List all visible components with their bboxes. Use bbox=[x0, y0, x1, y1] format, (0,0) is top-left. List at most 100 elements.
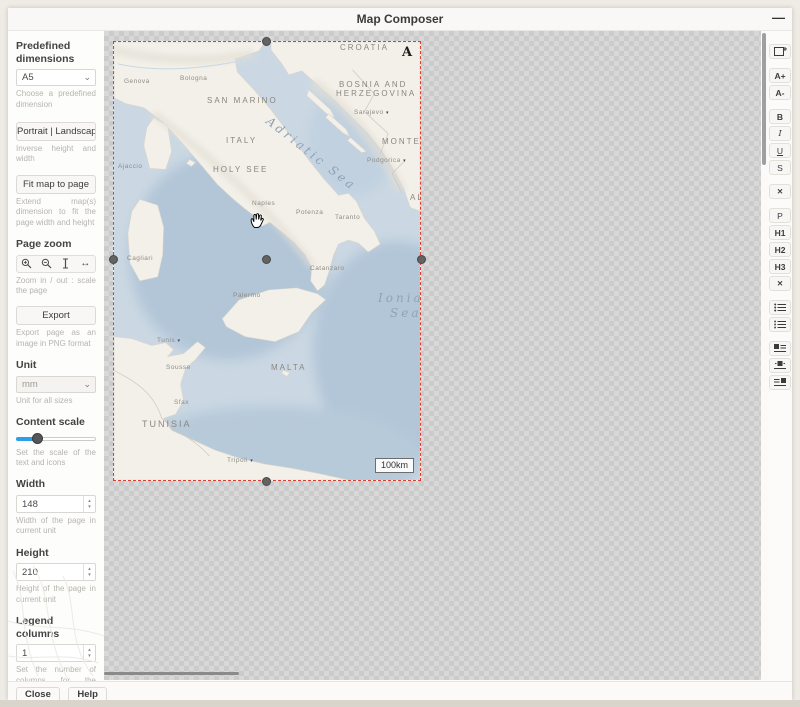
label-sousse: Sousse bbox=[166, 364, 191, 371]
height-input[interactable] bbox=[17, 564, 83, 580]
legend-columns-input[interactable] bbox=[17, 645, 83, 661]
width-spinner[interactable]: ▲▼ bbox=[83, 496, 95, 512]
section-export: Export Export page as an image in PNG fo… bbox=[16, 306, 96, 349]
align-center-button[interactable] bbox=[769, 358, 791, 373]
unit-select[interactable]: mm ⌄ bbox=[16, 376, 96, 393]
zoom-in-icon[interactable] bbox=[20, 258, 34, 270]
section-unit: Unit mm ⌄ Unit for all sizes bbox=[16, 359, 96, 406]
width-input[interactable] bbox=[17, 496, 83, 512]
label-ionian-line1: Ionian bbox=[378, 291, 421, 305]
sidebar: Predefined dimensions A5 ⌄ Choose a pred… bbox=[8, 31, 104, 681]
align-left-icon bbox=[774, 344, 786, 353]
height-field-wrap: ▲▼ bbox=[16, 563, 96, 581]
section-height: Height ▲▼ Height of the page in current … bbox=[16, 547, 96, 605]
label-ionian-line2: Sea bbox=[390, 306, 421, 320]
align-right-button[interactable] bbox=[769, 375, 791, 390]
label-tunisia: TUNISIA bbox=[142, 419, 192, 429]
paragraph-button[interactable]: P bbox=[769, 208, 791, 223]
titlebar: Map Composer — bbox=[8, 8, 792, 31]
italic-button[interactable]: I bbox=[769, 126, 791, 141]
spinner-down-icon[interactable]: ▼ bbox=[87, 504, 91, 510]
spinner-down-icon[interactable]: ▼ bbox=[87, 653, 91, 659]
label-taranto: Taranto bbox=[335, 214, 360, 221]
height-heading: Height bbox=[16, 547, 96, 560]
font-increase-button[interactable]: A+ bbox=[769, 68, 791, 83]
predefined-dimension-select[interactable]: A5 ⌄ bbox=[16, 69, 96, 86]
height-spinner[interactable]: ▲▼ bbox=[83, 564, 95, 580]
ordered-list-button[interactable] bbox=[769, 317, 791, 332]
resize-handle-top[interactable] bbox=[262, 37, 271, 46]
font-decrease-button[interactable]: A- bbox=[769, 85, 791, 100]
heading-2-button[interactable]: H2 bbox=[769, 242, 791, 257]
legend-columns-heading: Legend columns bbox=[16, 615, 96, 640]
label-genova: Genova bbox=[124, 78, 150, 85]
predefined-dimensions-heading: Predefined dimensions bbox=[16, 40, 96, 65]
spinner-down-icon[interactable]: ▼ bbox=[87, 572, 91, 578]
ordered-list-icon bbox=[774, 320, 786, 329]
label-naples: Naples bbox=[252, 200, 275, 207]
underline-button[interactable]: U bbox=[769, 143, 791, 158]
zoom-out-icon[interactable] bbox=[39, 258, 53, 270]
label-bologna: Bologna bbox=[180, 75, 207, 82]
export-hint: Export page as an image in PNG format bbox=[16, 328, 96, 349]
portrait-landscape-button[interactable]: Portrait | Landscape bbox=[16, 122, 96, 141]
scale-width-icon[interactable]: ↔ bbox=[78, 258, 92, 270]
align-left-button[interactable] bbox=[769, 341, 791, 356]
content-scale-slider[interactable] bbox=[16, 433, 96, 445]
page-zoom-heading: Page zoom bbox=[16, 238, 96, 251]
section-fit-map: Fit map to page Extend map(s) dimension … bbox=[16, 175, 96, 228]
composer-canvas[interactable]: CROATIA BOSNIA AND HERZEGOVINA SAN MARIN… bbox=[104, 31, 761, 680]
resize-handle-left[interactable] bbox=[109, 255, 118, 264]
window-title: Map Composer bbox=[8, 12, 792, 26]
vertical-scrollbar[interactable] bbox=[762, 33, 766, 165]
heading-1-button[interactable]: H1 bbox=[769, 225, 791, 240]
legend-columns-field-wrap: ▲▼ bbox=[16, 644, 96, 662]
label-palermo: Palermo bbox=[233, 292, 261, 299]
section-predefined-dimensions: Predefined dimensions A5 ⌄ Choose a pred… bbox=[16, 40, 96, 110]
clear-format-button[interactable]: ✕ bbox=[769, 184, 791, 199]
bold-button[interactable]: B bbox=[769, 109, 791, 124]
section-orientation: Portrait | Landscape Inverse height and … bbox=[16, 122, 96, 165]
label-sarajevo: Sarajevo ▾ bbox=[354, 109, 388, 116]
resize-handle-bottom[interactable] bbox=[262, 477, 271, 486]
label-italy: ITALY bbox=[226, 136, 257, 145]
resize-handle-right[interactable] bbox=[417, 255, 426, 264]
section-width: Width ▲▼ Width of the page in current un… bbox=[16, 478, 96, 536]
heading-3-button[interactable]: H3 bbox=[769, 259, 791, 274]
export-button[interactable]: Export bbox=[16, 306, 96, 325]
width-hint: Width of the page in current unit bbox=[16, 516, 96, 537]
legend-columns-spinner[interactable]: ▲▼ bbox=[83, 645, 95, 661]
background-strip bbox=[0, 700, 800, 707]
hand-cursor-icon bbox=[249, 212, 266, 229]
add-text-item-button[interactable] bbox=[769, 44, 791, 59]
label-montenegro: MONTENEGRO bbox=[382, 137, 421, 146]
align-center-icon bbox=[774, 361, 786, 370]
label-catanzaro: Catanzaro bbox=[310, 265, 345, 272]
horizontal-scrollbar[interactable] bbox=[104, 672, 239, 675]
city-marker-icon: ▾ bbox=[403, 158, 406, 164]
move-handle-center[interactable] bbox=[262, 255, 271, 264]
unordered-list-button[interactable] bbox=[769, 300, 791, 315]
fit-map-to-page-button[interactable]: Fit map to page bbox=[16, 175, 96, 194]
content-scale-hint: Set the scale of the text and icons bbox=[16, 448, 96, 469]
scale-height-icon[interactable] bbox=[59, 258, 73, 270]
map-composer-window: Map Composer — Predefined dimensions A5 … bbox=[8, 8, 792, 700]
label-potenza: Potenza bbox=[296, 209, 323, 216]
height-hint: Height of the page in current unit bbox=[16, 584, 96, 605]
predefined-dimensions-hint: Choose a predefined dimension bbox=[16, 89, 96, 110]
unit-value: mm bbox=[22, 379, 38, 390]
strikethrough-button[interactable]: S bbox=[769, 160, 791, 175]
remove-item-button[interactable]: ✕ bbox=[769, 276, 791, 291]
label-albania: AL bbox=[410, 193, 421, 202]
unit-heading: Unit bbox=[16, 359, 96, 372]
label-podgorica: Podgorica ▾ bbox=[367, 157, 406, 164]
align-right-icon bbox=[774, 378, 786, 387]
label-tunis: Tunis ▾ bbox=[157, 337, 180, 344]
label-malta: MALTA bbox=[271, 363, 306, 372]
predefined-dimension-value: A5 bbox=[22, 72, 34, 83]
minimize-icon[interactable]: — bbox=[772, 10, 785, 25]
unordered-list-icon bbox=[774, 303, 786, 312]
chevron-down-icon: ⌄ bbox=[83, 377, 91, 392]
slider-knob[interactable] bbox=[32, 433, 43, 444]
unit-hint: Unit for all sizes bbox=[16, 396, 96, 406]
